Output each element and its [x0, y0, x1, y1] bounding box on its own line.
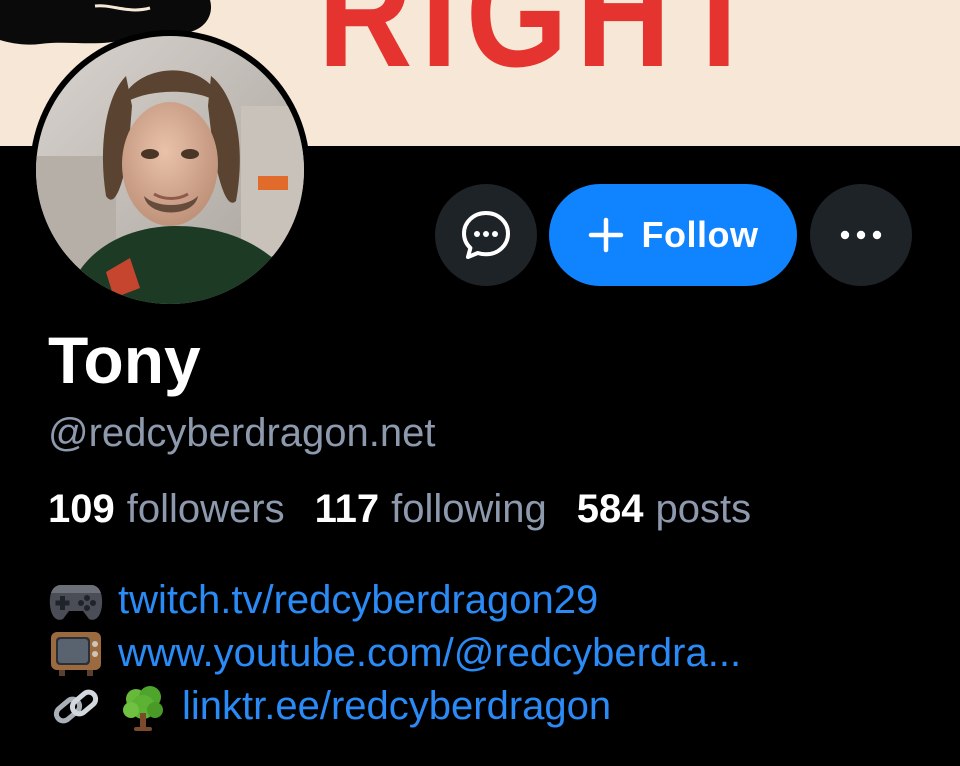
follow-button[interactable]: Follow [549, 184, 797, 286]
bio-line: linktr.ee/redcyberdragon [48, 680, 741, 733]
more-options-button[interactable] [810, 184, 912, 286]
ellipsis-icon [840, 230, 882, 240]
youtube-link[interactable]: www.youtube.com/@redcyberdra... [118, 627, 741, 680]
chat-bubble-dots-icon [462, 211, 510, 259]
followers-stat[interactable]: 109 followers [48, 485, 285, 533]
profile-handle: @redcyberdragon.net [48, 411, 436, 455]
followers-count: 109 [48, 487, 115, 531]
display-name: Tony [48, 323, 201, 397]
avatar-photo [36, 36, 304, 304]
following-stat[interactable]: 117 following [315, 485, 547, 533]
plus-icon [588, 217, 623, 253]
tree-emoji [118, 683, 168, 731]
follow-button-label: Follow [641, 214, 759, 255]
television-emoji [48, 630, 104, 678]
avatar[interactable] [30, 30, 310, 310]
bio-line: www.youtube.com/@redcyberdra... [48, 627, 741, 680]
linktree-link[interactable]: linktr.ee/redcyberdragon [182, 680, 611, 733]
profile-stats: 109 followers 117 following 584 posts [48, 485, 781, 533]
followers-label: followers [126, 487, 285, 531]
twitch-link[interactable]: twitch.tv/redcyberdragon29 [118, 574, 598, 627]
posts-label: posts [655, 487, 752, 531]
profile-screen: RIGHT Follow Tony @redcyberdragon.net 10… [0, 0, 960, 766]
bio-line: twitch.tv/redcyberdragon29 [48, 574, 741, 627]
link-emoji [48, 683, 104, 731]
banner-title: RIGHT [318, 0, 768, 99]
video-game-emoji [48, 577, 104, 625]
profile-bio: twitch.tv/redcyberdragon29 www.youtube.c… [48, 574, 741, 733]
following-label: following [391, 487, 547, 531]
message-button[interactable] [435, 184, 537, 286]
posts-count: 584 [576, 487, 644, 531]
posts-stat: 584 posts [577, 485, 751, 533]
following-count: 117 [314, 487, 380, 531]
